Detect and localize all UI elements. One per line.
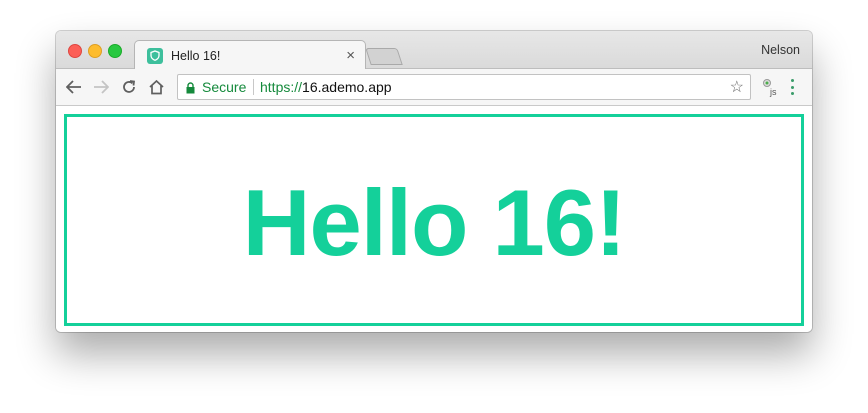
forward-arrow-icon[interactable] [92,78,110,96]
browser-toolbar: Secure https://16.ademo.app ☆ js [56,69,812,106]
tab-active[interactable]: Hello 16! × [134,40,366,70]
page-content: Hello 16! [56,106,812,332]
title-bar: Hello 16! × Nelson [56,31,812,70]
close-tab-icon[interactable]: × [346,47,355,64]
url-scheme: https:// [260,79,303,95]
lock-icon [186,81,195,99]
home-icon[interactable] [147,78,165,96]
url-text[interactable]: https://16.ademo.app [260,79,392,95]
maximize-window-button[interactable] [108,44,122,58]
security-label: Secure [202,79,247,95]
svg-text:js: js [769,87,777,97]
bookmark-star-icon[interactable]: ☆ [730,77,744,97]
url-host: 16.ademo.app [302,79,392,95]
page-heading: Hello 16! [242,170,627,275]
divider [253,79,254,95]
minimize-window-button[interactable] [88,44,102,58]
kebab-menu-icon[interactable] [789,79,795,95]
browser-window: Hello 16! × Nelson Secure https://16.ade… [56,31,812,332]
address-bar[interactable]: Secure https://16.ademo.app ☆ [177,74,751,100]
reload-icon[interactable] [120,78,138,96]
tab-title: Hello 16! [171,48,221,63]
new-tab-button[interactable] [365,48,403,65]
profile-name[interactable]: Nelson [761,43,800,57]
close-window-button[interactable] [68,44,82,58]
back-arrow-icon[interactable] [65,78,83,96]
shield-icon [147,47,163,64]
hello-frame: Hello 16! [64,114,804,326]
extension-js-icon[interactable]: js [762,78,782,98]
